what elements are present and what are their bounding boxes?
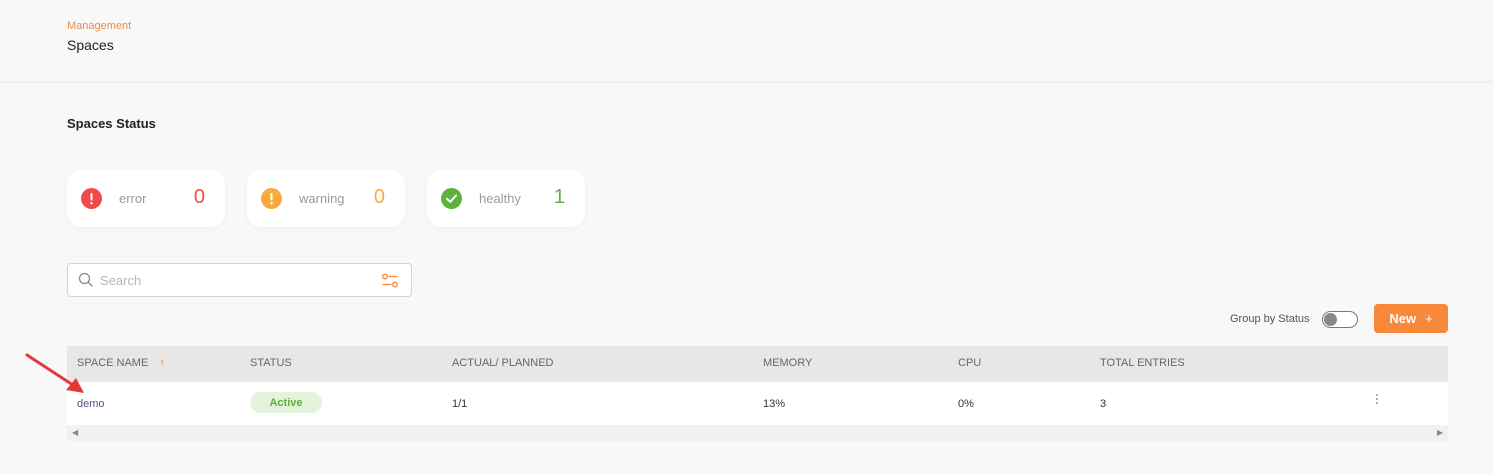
warning-icon (261, 188, 282, 209)
column-header-total-entries[interactable]: TOTAL ENTRIES (1100, 357, 1185, 369)
search-input[interactable] (100, 270, 370, 290)
horizontal-scrollbar[interactable]: ◀ ▶ (67, 425, 1448, 441)
status-count: 0 (373, 186, 385, 208)
check-icon (441, 188, 462, 209)
scroll-left-icon[interactable]: ◀ (72, 428, 78, 437)
table-row[interactable]: demo Active 1/1 13% 0% 3 (67, 382, 1448, 425)
memory-cell: 13% (763, 398, 786, 410)
error-icon (81, 188, 102, 209)
plus-icon: + (1425, 311, 1433, 326)
group-by-status-label: Group by Status (1230, 313, 1310, 325)
status-label: warning (299, 191, 345, 206)
column-header-status[interactable]: STATUS (250, 357, 292, 369)
top-header: Management Spaces (0, 0, 1493, 82)
page-title: Spaces (67, 37, 114, 53)
column-header-actual-planned[interactable]: ACTUAL/ PLANNED (452, 357, 553, 369)
sort-asc-icon[interactable]: ↑ (159, 357, 165, 369)
table-header: SPACE NAME ↑ STATUS ACTUAL/ PLANNED MEMO… (67, 346, 1448, 382)
annotation-arrow-icon (25, 353, 84, 393)
row-menu-icon[interactable] (1373, 394, 1381, 410)
spaces-table: SPACE NAME ↑ STATUS ACTUAL/ PLANNED MEMO… (67, 346, 1448, 441)
status-label: error (119, 191, 147, 206)
breadcrumb[interactable]: Management (67, 20, 131, 32)
column-header-cpu[interactable]: CPU (958, 357, 981, 369)
spaces-status-title: Spaces Status (67, 116, 156, 131)
status-badge: Active (250, 392, 322, 413)
filter-icon[interactable] (381, 273, 399, 294)
status-count: 1 (553, 186, 565, 208)
new-button-label: New (1389, 311, 1417, 326)
status-count: 0 (193, 186, 205, 208)
status-card-error[interactable]: error 0 (67, 170, 225, 227)
status-label: healthy (479, 191, 521, 206)
total-entries-cell: 3 (1100, 398, 1107, 410)
new-button[interactable]: New + (1374, 304, 1448, 333)
toggle-knob (1324, 313, 1337, 326)
status-card-warning[interactable]: warning 0 (247, 170, 405, 227)
column-header-memory[interactable]: MEMORY (763, 357, 812, 369)
cpu-cell: 0% (958, 398, 974, 410)
search-icon (78, 272, 94, 293)
group-by-status-toggle[interactable] (1322, 311, 1358, 328)
search-box[interactable] (67, 263, 412, 297)
actual-planned-cell: 1/1 (452, 398, 468, 410)
scroll-right-icon[interactable]: ▶ (1437, 428, 1443, 437)
status-card-healthy[interactable]: healthy 1 (427, 170, 585, 227)
